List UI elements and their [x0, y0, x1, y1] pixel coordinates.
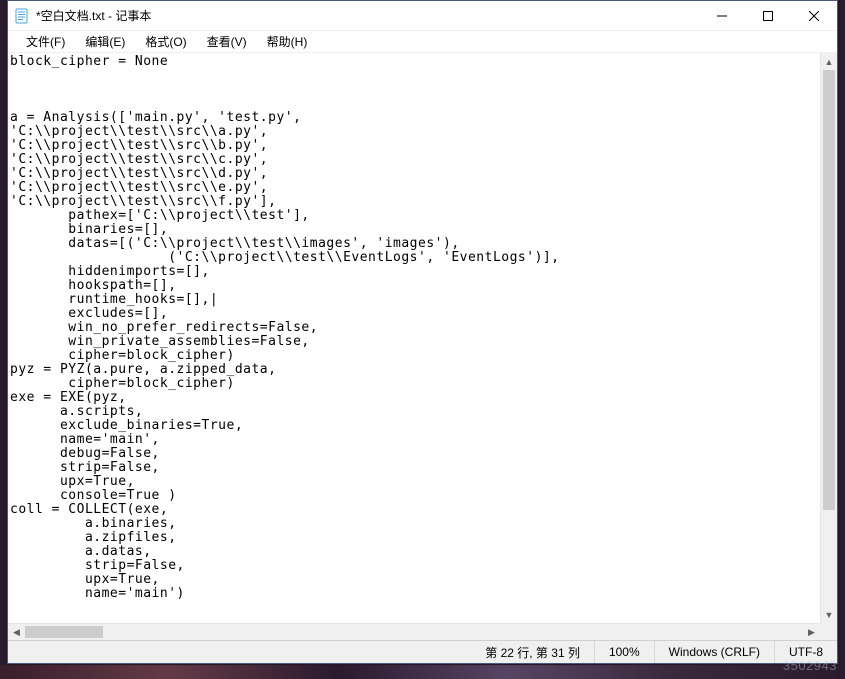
horizontal-scroll-thumb[interactable] — [25, 626, 103, 638]
status-encoding: UTF-8 — [774, 641, 837, 663]
horizontal-scrollbar[interactable]: ◀ ▶ — [8, 623, 820, 640]
scroll-right-arrow-icon[interactable]: ▶ — [803, 624, 820, 640]
window-controls — [699, 1, 837, 30]
scroll-up-arrow-icon[interactable]: ▲ — [821, 53, 837, 70]
text-editor[interactable]: block_cipher = None a = Analysis(['main.… — [8, 53, 820, 623]
notepad-icon — [14, 8, 30, 24]
vertical-scroll-track[interactable] — [821, 70, 837, 606]
status-line-ending: Windows (CRLF) — [654, 641, 774, 663]
vertical-scroll-thumb[interactable] — [823, 70, 835, 510]
menu-edit[interactable]: 编辑(E) — [75, 31, 135, 52]
menu-help[interactable]: 帮助(H) — [257, 31, 318, 52]
window-title: *空白文档.txt - 记事本 — [36, 7, 151, 24]
minimize-button[interactable] — [699, 1, 745, 30]
statusbar: 第 22 行, 第 31 列 100% Windows (CRLF) UTF-8 — [8, 640, 837, 663]
scroll-left-arrow-icon[interactable]: ◀ — [8, 624, 25, 640]
status-cursor-position: 第 22 行, 第 31 列 — [471, 641, 594, 663]
scroll-down-arrow-icon[interactable]: ▼ — [821, 606, 837, 623]
vertical-scrollbar[interactable]: ▲ ▼ — [820, 53, 837, 623]
horizontal-scroll-track[interactable] — [25, 624, 803, 640]
close-button[interactable] — [791, 1, 837, 30]
editor-area: block_cipher = None a = Analysis(['main.… — [8, 53, 837, 640]
maximize-button[interactable] — [745, 1, 791, 30]
status-zoom: 100% — [594, 641, 654, 663]
menu-file[interactable]: 文件(F) — [16, 31, 75, 52]
menu-format[interactable]: 格式(O) — [135, 31, 196, 52]
desktop-background-strip — [0, 665, 845, 679]
editor-content[interactable]: block_cipher = None a = Analysis(['main.… — [10, 55, 818, 601]
scroll-corner — [820, 623, 837, 640]
notepad-window: *空白文档.txt - 记事本 文件(F) 编辑(E) 格式(O) 查看(V) … — [7, 0, 838, 664]
titlebar[interactable]: *空白文档.txt - 记事本 — [8, 1, 837, 31]
menubar: 文件(F) 编辑(E) 格式(O) 查看(V) 帮助(H) — [8, 31, 837, 53]
menu-view[interactable]: 查看(V) — [197, 31, 257, 52]
